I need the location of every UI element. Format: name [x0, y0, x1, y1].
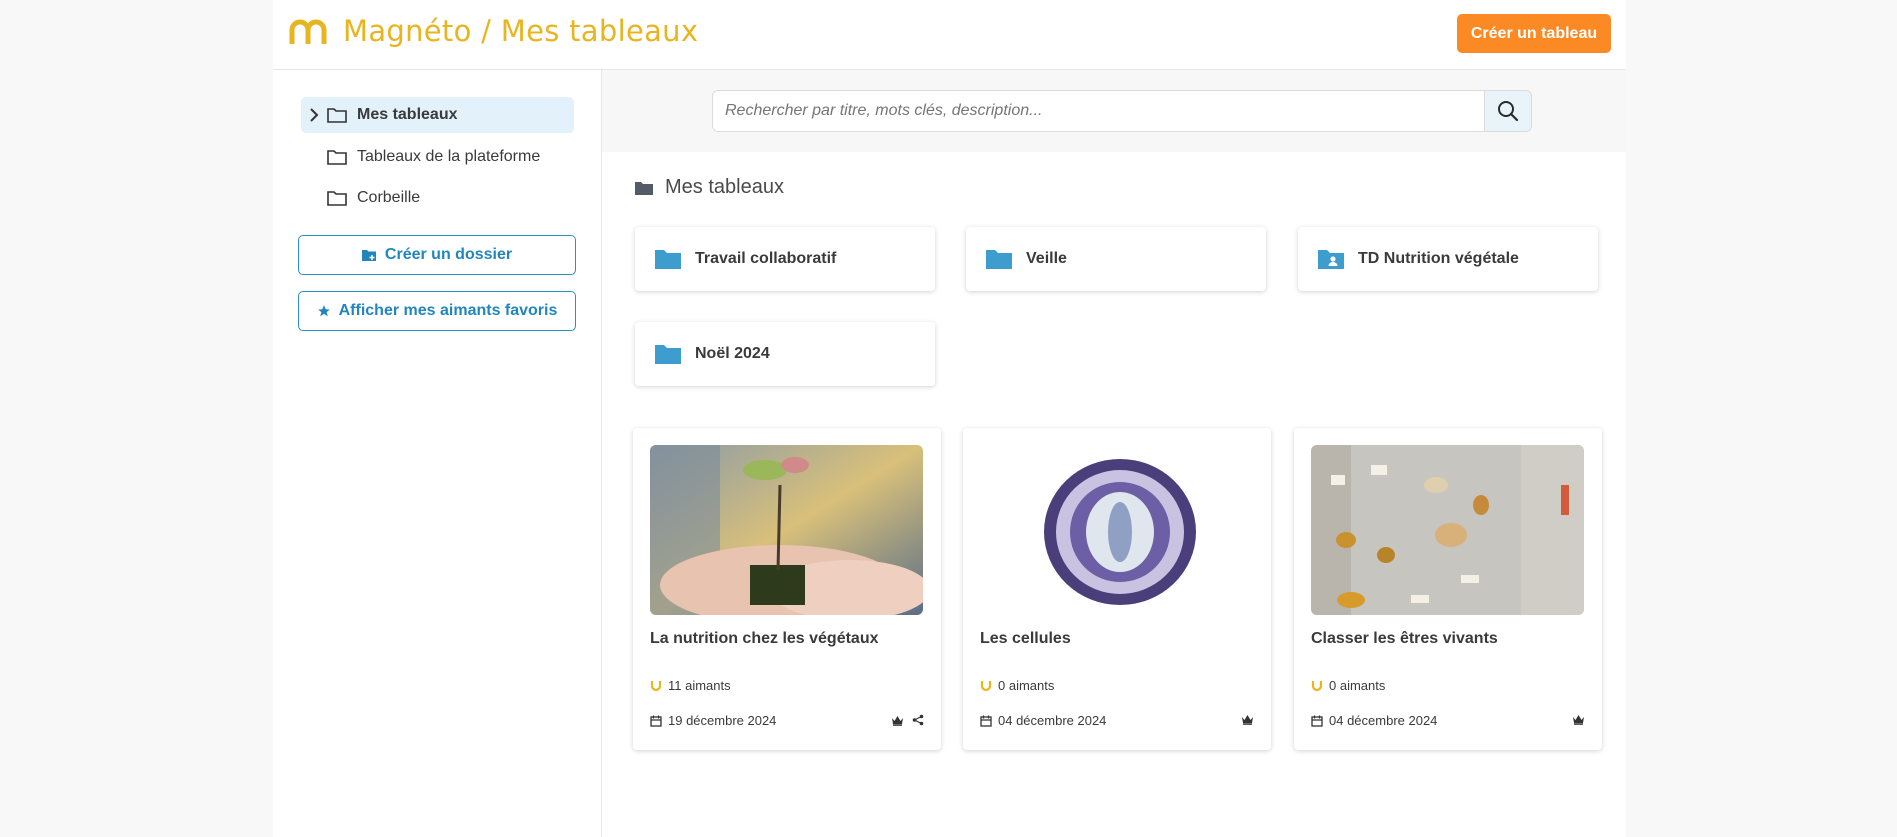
magnet-icon — [980, 680, 992, 692]
folder-name: TD Nutrition végétale — [1358, 250, 1519, 267]
folder-icon — [327, 149, 347, 165]
calendar-icon — [650, 715, 662, 727]
board-thumbnail[interactable] — [650, 445, 923, 615]
folder-icon — [327, 107, 347, 123]
board-thumbnail[interactable] — [1311, 445, 1584, 615]
crown-icon — [1241, 714, 1254, 725]
folder-name: Travail collaboratif — [695, 250, 837, 267]
magnet-icon — [1311, 680, 1323, 692]
search-icon — [1498, 101, 1519, 122]
board-card[interactable]: Classer les êtres vivants 0 aimants 04 déc… — [1294, 428, 1602, 750]
board-title[interactable]: Les cellules — [980, 630, 1071, 648]
sidebar-item-label: Corbeille — [357, 189, 421, 206]
search-bar — [602, 70, 1626, 152]
sidebar-item-mes-tableaux[interactable]: Mes tableaux — [301, 97, 574, 133]
calendar-icon — [1311, 715, 1323, 727]
folder-name: Veille — [1026, 250, 1067, 267]
board-title[interactable]: La nutrition chez les végétaux — [650, 630, 879, 648]
board-date: 04 décembre 2024 — [1311, 713, 1437, 728]
crown-icon — [1572, 714, 1585, 725]
folder-card[interactable]: Travail collaboratif — [635, 227, 935, 291]
folder-filled-icon — [635, 181, 653, 195]
board-date: 04 décembre 2024 — [980, 713, 1106, 728]
folder-name: Noël 2024 — [695, 345, 770, 362]
add-folder-icon — [361, 249, 376, 261]
sidebar-item-label: Mes tableaux — [357, 106, 458, 123]
sidebar-item-tableaux-plateforme[interactable]: Tableaux de la plateforme — [301, 139, 574, 175]
folder-icon — [327, 190, 347, 206]
magnet-icon — [650, 680, 662, 692]
create-board-button[interactable]: Créer un tableau — [1457, 14, 1611, 53]
board-magnet-count: 0 aimants — [1311, 678, 1385, 693]
chevron-right-icon — [301, 108, 327, 122]
board-actions — [891, 714, 924, 726]
star-icon — [317, 305, 330, 317]
share-icon[interactable] — [912, 714, 924, 726]
folder-icon — [655, 249, 681, 269]
calendar-icon — [980, 715, 992, 727]
folder-icon — [655, 344, 681, 364]
header: Magnéto / Mes tableaux Créer un tableau — [273, 0, 1626, 70]
board-actions — [1572, 714, 1585, 725]
board-actions — [1241, 714, 1254, 725]
folder-icon — [986, 249, 1012, 269]
page-title: Magnéto / Mes tableaux — [343, 14, 699, 48]
app-window: Magnéto / Mes tableaux Créer un tableau … — [273, 0, 1626, 837]
board-card[interactable]: Les cellules 0 aimants 04 décembre 2024 — [963, 428, 1271, 750]
folder-card[interactable]: TD Nutrition végétale — [1298, 227, 1598, 291]
board-date: 19 décembre 2024 — [650, 713, 776, 728]
main-content: Mes tableaux Travail collaboratif Veille T… — [602, 70, 1626, 837]
search-input[interactable] — [712, 90, 1484, 132]
magneto-logo-icon — [289, 19, 327, 44]
crown-icon — [891, 715, 904, 726]
board-thumbnail[interactable] — [980, 445, 1253, 615]
search-button[interactable] — [1484, 90, 1532, 132]
sidebar-item-label: Tableaux de la plateforme — [357, 148, 541, 165]
favorite-magnets-button[interactable]: Afficher mes aimants favoris — [298, 291, 576, 331]
board-magnet-count: 0 aimants — [980, 678, 1054, 693]
folder-card[interactable]: Noël 2024 — [635, 322, 935, 386]
section-title: Mes tableaux — [635, 176, 784, 199]
shared-folder-icon — [1318, 249, 1344, 269]
folder-card[interactable]: Veille — [966, 227, 1266, 291]
sidebar: Mes tableaux Tableaux de la plateforme C… — [273, 70, 602, 837]
sidebar-item-corbeille[interactable]: Corbeille — [301, 180, 574, 216]
board-title[interactable]: Classer les êtres vivants — [1311, 630, 1498, 648]
board-card[interactable]: La nutrition chez les végétaux 11 aimants… — [633, 428, 941, 750]
board-magnet-count: 11 aimants — [650, 678, 731, 693]
create-folder-button[interactable]: Créer un dossier — [298, 235, 576, 275]
